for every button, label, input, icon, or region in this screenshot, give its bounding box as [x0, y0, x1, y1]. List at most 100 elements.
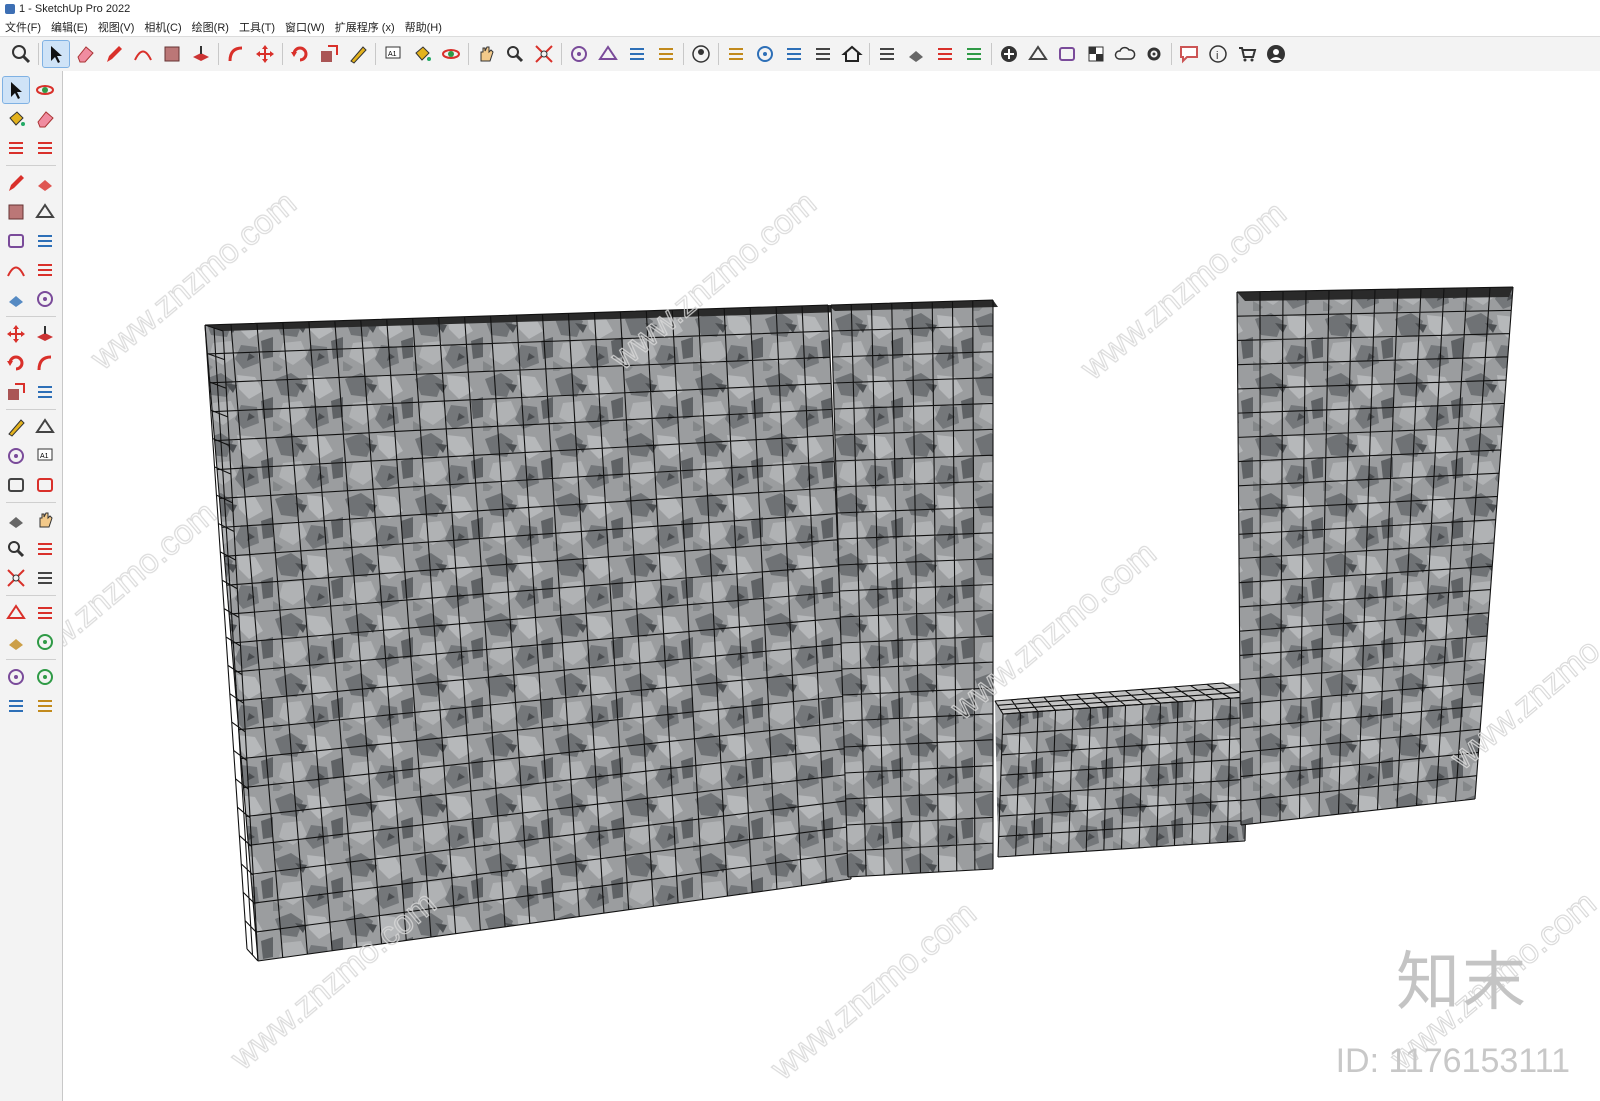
orbit-button[interactable]	[438, 41, 464, 67]
extension-button[interactable]	[32, 664, 58, 690]
component-button[interactable]	[932, 41, 958, 67]
axes-button[interactable]	[3, 472, 29, 498]
menu-item[interactable]: 扩展程序 (x)	[330, 19, 400, 35]
text-button[interactable]: A1	[380, 41, 406, 67]
rectangle-button[interactable]	[3, 199, 29, 225]
dimension-button[interactable]	[32, 414, 58, 440]
select-button[interactable]	[42, 40, 70, 68]
orbit-button[interactable]	[32, 77, 58, 103]
tape-measure-button[interactable]	[3, 414, 29, 440]
front-view-button[interactable]	[752, 41, 778, 67]
pencil-button[interactable]	[101, 41, 127, 67]
rotated-rectangle-button[interactable]	[32, 199, 58, 225]
warehouse-button[interactable]	[566, 41, 592, 67]
message-button[interactable]	[1176, 41, 1202, 67]
walk-button[interactable]	[3, 629, 29, 655]
rotate-button[interactable]	[3, 350, 29, 376]
sandbox-button[interactable]	[653, 41, 679, 67]
rotate-button[interactable]	[287, 41, 313, 67]
menu-item[interactable]: 视图(V)	[93, 19, 140, 35]
shadow-button[interactable]	[1054, 41, 1080, 67]
iso-view-button[interactable]	[723, 41, 749, 67]
menu-item[interactable]: 文件(F)	[0, 19, 46, 35]
3d-text-button[interactable]	[32, 472, 58, 498]
orbit-tool-button[interactable]	[3, 507, 29, 533]
polygon-button[interactable]	[32, 228, 58, 254]
pan-button[interactable]	[473, 41, 499, 67]
extension-warehouse-icon	[598, 45, 618, 60]
component-icon	[938, 48, 952, 60]
profile-button[interactable]	[1263, 41, 1289, 67]
pan-button[interactable]	[32, 507, 58, 533]
zoom-extents-button[interactable]	[531, 41, 557, 67]
scale-button[interactable]	[3, 379, 29, 405]
menu-item[interactable]: 相机(C)	[139, 19, 186, 35]
menu-item[interactable]: 窗口(W)	[280, 19, 330, 35]
offset-button[interactable]	[32, 379, 58, 405]
solid-button[interactable]	[1025, 41, 1051, 67]
paint-bucket-button[interactable]	[3, 106, 29, 132]
circle-button[interactable]	[3, 228, 29, 254]
menu-item[interactable]: 工具(T)	[234, 19, 280, 35]
menu-item[interactable]: 帮助(H)	[400, 19, 447, 35]
style-button[interactable]	[903, 41, 929, 67]
info-button[interactable]: i	[1205, 41, 1231, 67]
cloud-button[interactable]	[1112, 41, 1138, 67]
cart-button[interactable]	[1234, 41, 1260, 67]
section-plane-button[interactable]	[32, 629, 58, 655]
menu-item[interactable]: 编辑(E)	[46, 19, 93, 35]
arc-2pt-button[interactable]	[32, 257, 58, 283]
layer-button[interactable]	[3, 693, 29, 719]
move-button[interactable]	[3, 321, 29, 347]
follow-me-button[interactable]	[32, 350, 58, 376]
home-view-button[interactable]	[781, 41, 807, 67]
warehouse-button[interactable]	[3, 664, 29, 690]
arc-button[interactable]	[3, 257, 29, 283]
checker-button[interactable]	[1083, 41, 1109, 67]
eraser-button[interactable]	[72, 41, 98, 67]
toolbar-separator	[6, 316, 56, 317]
pencil-button[interactable]	[3, 170, 29, 196]
text-button[interactable]: A1	[32, 443, 58, 469]
rectangle-button[interactable]	[159, 41, 185, 67]
account-button[interactable]	[688, 41, 714, 67]
zoom-extents-button[interactable]	[3, 565, 29, 591]
push-pull-icon	[193, 46, 209, 61]
model-viewport[interactable]: www.znzmo.com www.znzmo.com www.znzmo.com w…	[63, 71, 1600, 1101]
move-button[interactable]	[252, 41, 278, 67]
zoom-window-button[interactable]	[32, 536, 58, 562]
arc-3pt-button[interactable]	[3, 286, 29, 312]
pie-button[interactable]	[32, 286, 58, 312]
settings-button[interactable]	[1141, 41, 1167, 67]
freehand-button[interactable]	[32, 170, 58, 196]
previous-view-button[interactable]	[32, 565, 58, 591]
add-button[interactable]	[996, 41, 1022, 67]
look-around-button[interactable]	[32, 600, 58, 626]
arc-icon	[134, 50, 152, 61]
paint-bucket-button[interactable]	[409, 41, 435, 67]
tag-button[interactable]	[32, 135, 58, 161]
house-button[interactable]	[839, 41, 865, 67]
follow-me-button[interactable]	[223, 41, 249, 67]
push-pull-button[interactable]	[32, 321, 58, 347]
protractor-button[interactable]	[3, 443, 29, 469]
tape-measure-button[interactable]	[345, 41, 371, 67]
zoom-tool-button[interactable]	[502, 41, 528, 67]
sandbox-button[interactable]	[32, 693, 58, 719]
section-button[interactable]	[874, 41, 900, 67]
position-camera-button[interactable]	[3, 600, 29, 626]
layer-button[interactable]	[624, 41, 650, 67]
component-button[interactable]	[3, 135, 29, 161]
arc-button[interactable]	[130, 41, 156, 67]
extension-warehouse-button[interactable]	[595, 41, 621, 67]
menu-item[interactable]: 绘图(R)	[187, 19, 234, 35]
swap-button[interactable]	[961, 41, 987, 67]
scale-button[interactable]	[316, 41, 342, 67]
select-button[interactable]	[2, 76, 30, 104]
push-pull-button[interactable]	[188, 41, 214, 67]
eraser-button[interactable]	[32, 106, 58, 132]
arc-2pt-icon	[38, 264, 52, 276]
zoom-tool-button[interactable]	[3, 536, 29, 562]
back-view-button[interactable]	[810, 41, 836, 67]
zoom-button[interactable]	[8, 41, 34, 67]
